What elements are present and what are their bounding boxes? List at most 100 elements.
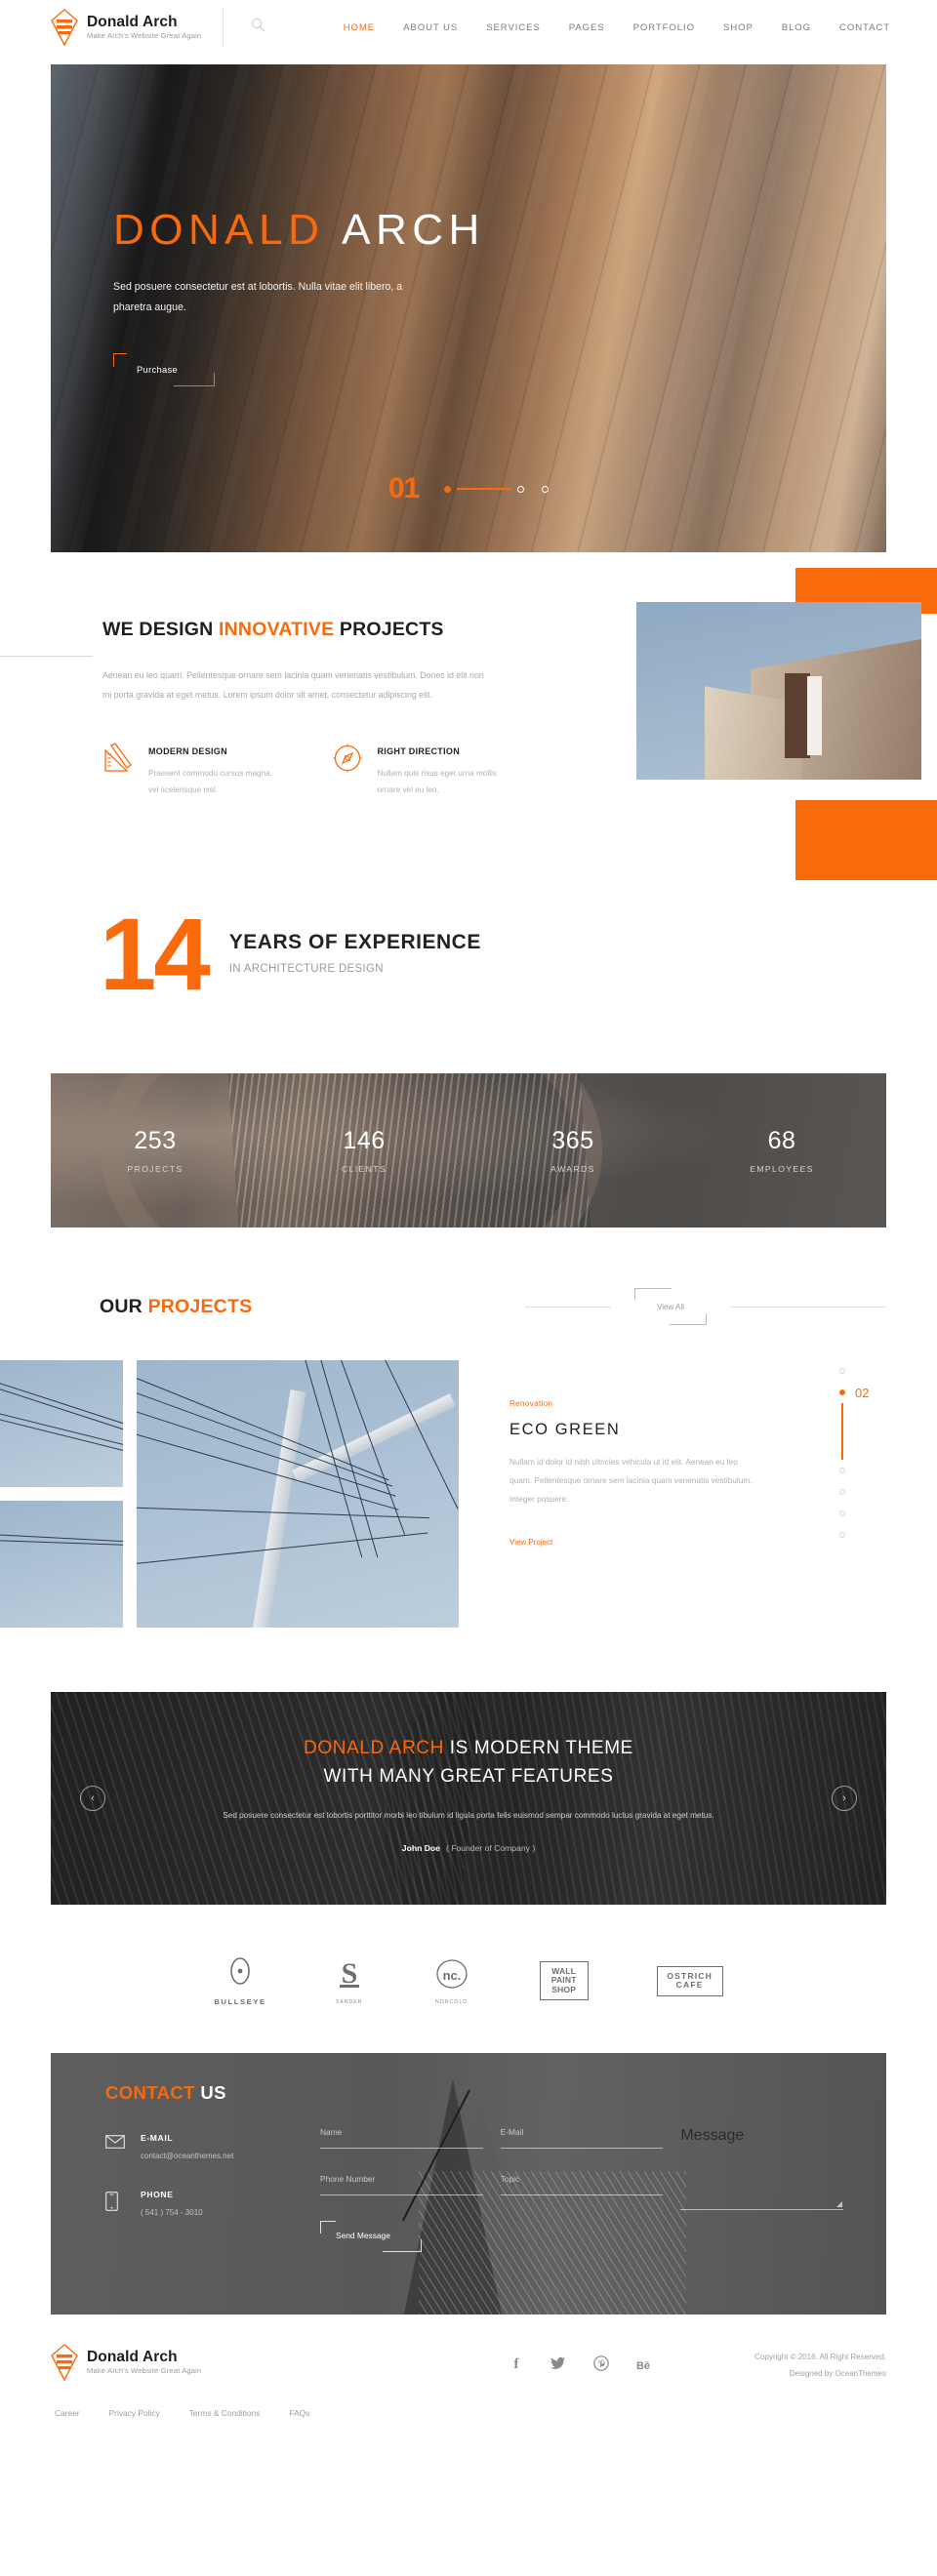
purchase-button[interactable]: Purchase — [113, 353, 215, 387]
project-thumbnail-2[interactable] — [0, 1501, 123, 1629]
project-pagination: 02 — [839, 1360, 898, 1546]
counter-awards: 365 AWARDS — [468, 1127, 677, 1174]
project-dot-1[interactable] — [839, 1360, 898, 1382]
nav-item-portfolio[interactable]: PORTFOLIO — [633, 22, 695, 33]
client-ostrich-cafe[interactable]: OSTRICH CAFE — [656, 1965, 723, 1996]
project-dot-6[interactable] — [839, 1524, 898, 1546]
footer-link-career[interactable]: Career — [55, 2408, 80, 2418]
nav-item-shop[interactable]: SHOP — [723, 22, 754, 33]
we-design-heading-pre: WE DESIGN — [102, 619, 220, 640]
client-norcolo[interactable]: nc. NORCOLO — [432, 1957, 471, 2005]
contact-phone-label: PHONE — [141, 2190, 174, 2200]
contact-info: CONTACT US E-MAIL contact@oceanthemes.ne… — [105, 2082, 305, 2252]
client-name: BULLSEYE — [214, 1997, 266, 2007]
section-rule — [0, 656, 93, 657]
feature-desc: Nullam quis risus eget urna mollis ornar… — [377, 768, 497, 794]
testimonial-heading-line2: WITH MANY GREAT FEATURES — [323, 1765, 614, 1787]
project-dot-4[interactable] — [839, 1481, 898, 1503]
project-featured-image[interactable] — [137, 1360, 459, 1629]
phone-field[interactable]: Phone Number — [320, 2174, 483, 2196]
site-header: Donald Arch Make Arch's Website Great Ag… — [0, 0, 937, 55]
hero-pagination: 01 — [51, 472, 886, 505]
corner-top-left — [113, 353, 127, 368]
message-field[interactable]: Message — [680, 2127, 844, 2211]
client-sander[interactable]: S SANDER — [335, 1957, 364, 2005]
pinterest-icon[interactable] — [593, 2355, 609, 2376]
contact-phone-body: PHONE ( 541 ) 754 - 3010 — [141, 2190, 203, 2217]
contact-form: Name Phone Number Send Message E-Mail To… — [305, 2082, 886, 2253]
brand-logo[interactable]: Donald Arch Make Arch's Website Great Ag… — [51, 7, 224, 48]
project-dot-2[interactable]: 02 — [839, 1382, 898, 1403]
project-dot-5[interactable] — [839, 1503, 898, 1524]
contact-email-value[interactable]: contact@oceanthemes.net — [141, 2152, 233, 2160]
nav-item-services[interactable]: SERVICES — [486, 22, 541, 33]
project-thumbnail-1[interactable] — [0, 1360, 123, 1488]
footer-copyright: Copyright © 2016. All Right Reserved. — [754, 2353, 886, 2362]
years-text: YEARS OF EXPERIENCE IN ARCHITECTURE DESI… — [208, 913, 481, 975]
contact-heading: CONTACT US — [105, 2082, 305, 2104]
counter-number: 365 — [551, 1127, 594, 1155]
hero-slider: DONALD ARCH Sed posuere consectetur est … — [51, 64, 886, 552]
search-icon[interactable] — [251, 18, 265, 37]
project-pager-number: 02 — [855, 1385, 870, 1400]
name-field[interactable]: Name — [320, 2127, 483, 2150]
contact-section: CONTACT US E-MAIL contact@oceanthemes.ne… — [51, 2053, 886, 2315]
nav-item-pages[interactable]: PAGES — [569, 22, 605, 33]
counter-label: CLIENTS — [341, 1164, 387, 1175]
topic-field[interactable]: Topic — [500, 2174, 664, 2196]
facebook-icon[interactable]: f — [510, 2355, 523, 2376]
resize-grip-icon[interactable] — [836, 2201, 843, 2208]
project-dot-3[interactable] — [839, 1460, 898, 1481]
email-field[interactable]: E-Mail — [500, 2127, 664, 2150]
nav-item-contact[interactable]: CONTACT — [839, 22, 890, 33]
client-bullseye[interactable]: BULLSEYE — [214, 1955, 265, 2006]
corner-bottom-right — [383, 2239, 422, 2253]
hero-active-line — [457, 488, 512, 490]
view-all-button[interactable]: View All — [623, 1288, 718, 1326]
twitter-icon[interactable] — [550, 2355, 566, 2376]
hero-dot-2[interactable] — [517, 485, 525, 493]
client-wall-paint-shop[interactable]: WALL PAINT SHOP — [539, 1960, 589, 2001]
feature-title: MODERN DESIGN — [148, 745, 227, 756]
view-project-button[interactable]: View Project — [509, 1538, 574, 1547]
view-project-label: View Project — [509, 1538, 553, 1548]
hero-dot-1[interactable] — [444, 485, 452, 493]
brand-name: Donald Arch — [87, 13, 178, 30]
contact-phone-value[interactable]: ( 541 ) 754 - 3010 — [141, 2208, 203, 2217]
nav-item-blog[interactable]: BLOG — [782, 22, 811, 33]
project-details: Renovation ECO GREEN Nullam id dolor id … — [459, 1360, 937, 1555]
hero-dot-3[interactable] — [542, 485, 550, 493]
footer-link-faqs[interactable]: FAQs — [289, 2408, 309, 2418]
feature-desc: Praesent commodo cursus magna, vel scele… — [148, 768, 272, 794]
send-message-button[interactable]: Send Message — [320, 2221, 422, 2253]
footer-copyright-block: Copyright © 2016. All Right Reserved. De… — [701, 2342, 886, 2383]
hero-title-orange: DONALD — [113, 206, 325, 254]
counter-number: 146 — [343, 1127, 386, 1155]
diamond-arch-logo-icon — [51, 9, 78, 47]
footer-brand-logo[interactable]: Donald Arch Make Arch's Website Great Ag… — [51, 2342, 201, 2383]
testimonial-quote: Sed posuere consectetur est lobortis por… — [223, 1811, 714, 1821]
corner-top-left — [320, 2221, 336, 2234]
counter-label: EMPLOYEES — [750, 1164, 814, 1175]
footer-link-privacy-policy[interactable]: Privacy Policy — [109, 2408, 160, 2418]
form-column-1: Name Phone Number Send Message — [320, 2127, 483, 2253]
footer-link-terms[interactable]: Terms & Conditions — [189, 2408, 261, 2418]
projects-header: OUR PROJECTS View All — [0, 1288, 937, 1326]
phone-field-placeholder: Phone Number — [320, 2174, 376, 2185]
we-design-paragraph: Aenean eu leo quam. Pellentesque ornare … — [102, 670, 484, 700]
counter-number: 68 — [767, 1127, 796, 1155]
behance-icon[interactable]: Bē — [636, 2360, 650, 2372]
feature-title: RIGHT DIRECTION — [377, 745, 460, 756]
footer-top: Donald Arch Make Arch's Website Great Ag… — [51, 2342, 886, 2383]
nav-item-about-us[interactable]: ABOUT US — [403, 22, 458, 33]
we-design-heading-post: PROJECTS — [334, 619, 444, 640]
nav-item-home[interactable]: HOME — [344, 22, 375, 33]
testimonial-author-role: ( Founder of Company ) — [445, 1842, 536, 1853]
divider-left — [525, 1306, 611, 1308]
email-field-placeholder: E-Mail — [500, 2127, 524, 2138]
architecture-photo — [636, 602, 921, 780]
hero-subtitle: Sed posuere consectetur est at lobortis.… — [113, 281, 403, 314]
projects-heading-highlight: PROJECTS — [147, 1295, 253, 1317]
bullseye-oval-icon — [227, 1957, 253, 1991]
ruler-pencil-icon — [102, 742, 136, 798]
